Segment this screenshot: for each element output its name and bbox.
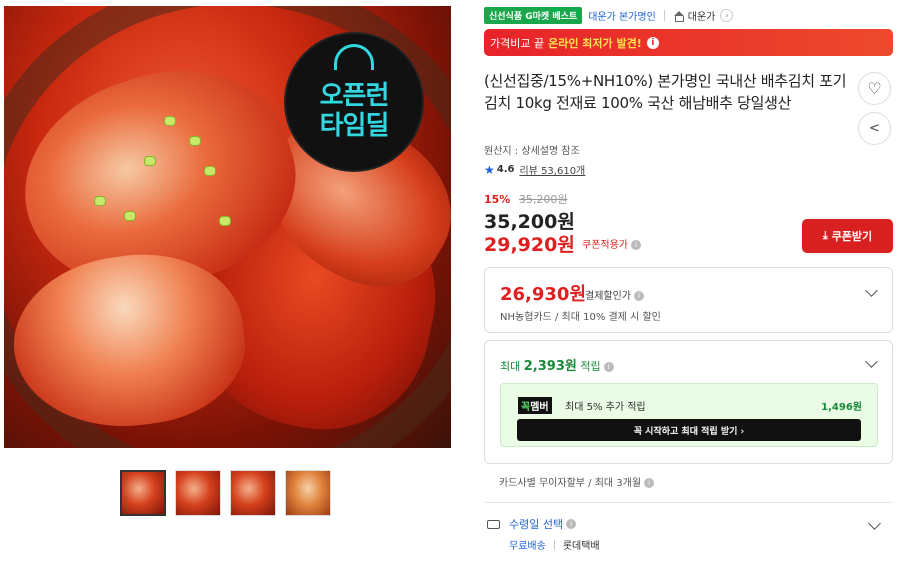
chevron-down-icon[interactable] xyxy=(865,355,878,368)
info-icon[interactable]: i xyxy=(644,478,655,488)
divider xyxy=(553,539,555,550)
membership-tag: 꼭멤버 xyxy=(518,397,552,414)
green-onion xyxy=(219,216,231,226)
banner-highlight: 온라인 최저가 발견! xyxy=(548,36,642,50)
thumbnail-image xyxy=(176,471,220,515)
lowest-price-banner[interactable]: 가격비교 끝 온라인 최저가 발견! i xyxy=(484,29,893,56)
chevron-right-icon[interactable]: › xyxy=(720,9,734,22)
info-icon[interactable]: i xyxy=(646,36,659,49)
thumbnail-2[interactable] xyxy=(175,470,221,516)
discount-row: 15% 35,200원 xyxy=(484,191,567,207)
home-icon xyxy=(673,10,684,22)
delivery-date-selector[interactable]: 수령일 선택 i xyxy=(487,516,893,532)
green-onion xyxy=(144,156,156,166)
chevron-down-icon[interactable] xyxy=(865,284,878,297)
heart-icon: ♡ xyxy=(867,79,882,98)
points-prefix: 최대 xyxy=(500,360,521,373)
rating-row: ★ 4.6 리뷰 53,610개 xyxy=(484,162,585,178)
share-icon: < xyxy=(869,121,880,136)
green-onion xyxy=(164,116,176,126)
badge-line1: 오픈런 xyxy=(319,81,390,111)
badge-line2: 타임딜 xyxy=(319,111,390,141)
carrier-label: 롯데택배 xyxy=(562,541,600,552)
info-icon[interactable]: i xyxy=(631,240,641,250)
shop-link[interactable]: 대운가 xyxy=(688,8,716,23)
star-icon: ★ xyxy=(484,162,495,177)
thumbnail-1[interactable] xyxy=(120,470,166,516)
membership-box: 꼭멤버 최대 5% 추가 적립 1,496원 꼭 시작하고 최대 적립 받기 › xyxy=(500,383,878,447)
info-icon[interactable]: i xyxy=(603,362,614,372)
green-onion xyxy=(204,166,216,176)
info-icon[interactable]: i xyxy=(634,291,644,301)
coupon-label-text: 쿠폰적용가 xyxy=(582,240,628,251)
download-icon: ⤓ xyxy=(822,229,828,242)
payment-label-text: 결제할인가 xyxy=(585,291,631,302)
coupon-price-label: 쿠폰적용가 i xyxy=(582,236,641,251)
thumbnail-4[interactable] xyxy=(285,470,331,516)
divider xyxy=(663,10,665,21)
chevron-down-icon[interactable] xyxy=(868,517,881,530)
product-title: (신선집중/15%+NH10%) 본가명인 국내산 배추김치 포기김치 10kg… xyxy=(484,72,847,112)
get-coupon-button[interactable]: ⤓ 쿠폰받기 xyxy=(802,219,893,253)
time-deal-badge: 오픈런 타임딜 xyxy=(286,34,422,170)
points-amount: 2,393원 xyxy=(523,359,577,374)
truck-icon xyxy=(487,519,500,529)
info-icon[interactable]: i xyxy=(566,519,577,529)
thumbnail-strip xyxy=(120,470,331,516)
free-shipping-label: 무료배송 xyxy=(509,541,546,552)
original-price: 35,200원 xyxy=(518,193,568,206)
green-onion xyxy=(124,211,136,221)
payment-discount-detail: NH농협카드 / 최대 10% 결제 시 할인 xyxy=(500,312,661,323)
breadcrumb: 신선식품 G마켓 베스트 대운가 본가명인 대운가 › xyxy=(484,7,734,24)
membership-cta-button[interactable]: 꼭 시작하고 최대 적립 받기 › xyxy=(517,419,861,441)
thumbnail-3[interactable] xyxy=(230,470,276,516)
origin-info: 원산지 : 상세설명 참조 xyxy=(484,146,580,157)
points-suffix: 적립 xyxy=(580,360,601,373)
membership-tag-text: 멤버 xyxy=(530,402,549,413)
rating-score: 4.6 xyxy=(496,164,515,175)
discount-percent: 15% xyxy=(484,193,511,206)
coupon-price: 29,920원 xyxy=(484,234,575,256)
product-main-image: 오픈런 타임딜 xyxy=(4,6,451,448)
installment-info: 카드사별 무이자할부 / 최대 3개월 i xyxy=(499,474,655,489)
payment-discount-card[interactable]: 26,930원 결제할인가 i NH농협카드 / 최대 10% 결제 시 할인 xyxy=(484,267,893,333)
membership-points: 1,496원 xyxy=(821,402,862,413)
delivery-options: 무료배송 롯데택배 xyxy=(509,537,600,552)
thumbnail-image xyxy=(286,471,330,515)
points-card[interactable]: 최대 2,393원 적립 i 꼭멤버 최대 5% 추가 적립 1,496원 꼭 시… xyxy=(484,340,893,464)
payment-discount-amount: 26,930원 xyxy=(500,284,587,305)
share-button[interactable]: < xyxy=(858,112,891,145)
alarm-clock-icon xyxy=(334,44,374,70)
banner-prefix: 가격비교 끝 xyxy=(490,36,545,50)
thumbnail-image xyxy=(122,472,164,514)
membership-tag-g: 꼭 xyxy=(521,402,531,413)
thumbnail-image xyxy=(231,471,275,515)
delivery-label: 수령일 선택 xyxy=(509,518,564,531)
section-divider xyxy=(484,502,893,503)
best-badge[interactable]: 신선식품 G마켓 베스트 xyxy=(484,7,583,24)
payment-discount-label: 결제할인가 i xyxy=(585,287,644,302)
wishlist-button[interactable]: ♡ xyxy=(858,72,891,105)
coupon-button-label: 쿠폰받기 xyxy=(831,230,873,243)
membership-text: 최대 5% 추가 적립 xyxy=(565,402,646,413)
review-link[interactable]: 리뷰 53,610개 xyxy=(519,162,585,177)
installment-text: 카드사별 무이자할부 / 최대 3개월 xyxy=(499,478,642,489)
seller-link[interactable]: 대운가 본가명인 xyxy=(588,8,656,23)
green-onion xyxy=(94,196,106,206)
points-header: 최대 2,393원 적립 i xyxy=(500,355,614,374)
green-onion xyxy=(189,136,201,146)
